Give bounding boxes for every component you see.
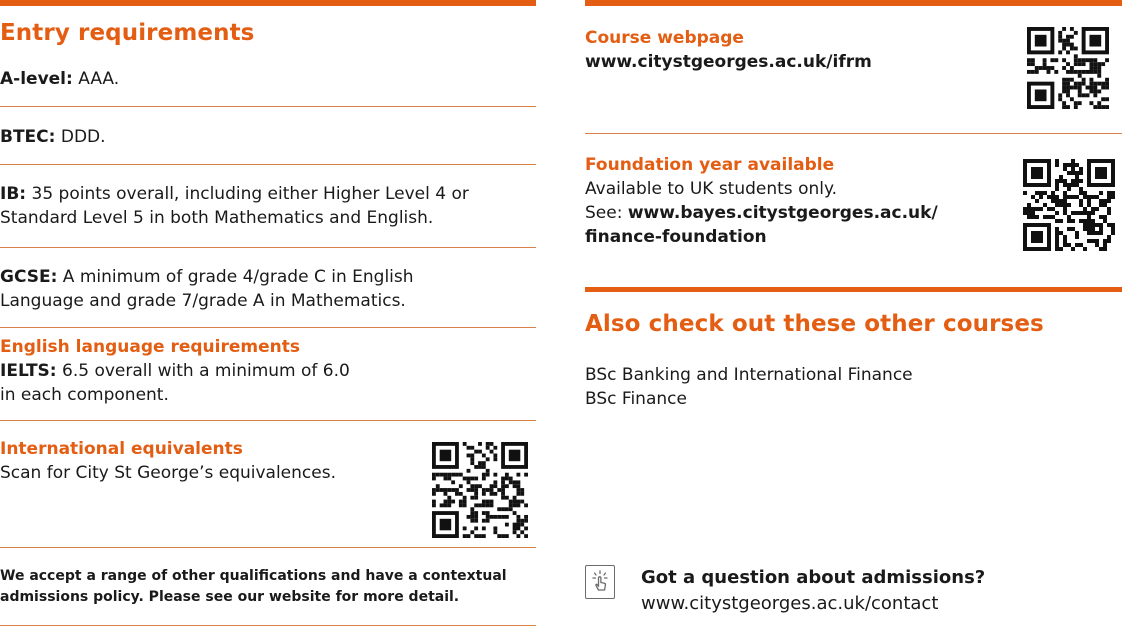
ib-line2: Standard Level 5 in both Mathematics and… <box>0 208 434 228</box>
entry-requirements-column: Entry requirements A-level: AAA. BTEC: D… <box>0 0 536 626</box>
english-language-heading: English language requirements <box>0 337 300 357</box>
foundation-year-heading: Foundation year available <box>585 155 835 175</box>
note-line2: admissions policy. Please see our websit… <box>0 589 460 605</box>
gcse-line2: Language and grade 7/grade A in Mathemat… <box>0 291 406 311</box>
btec-label: BTEC: <box>0 127 56 147</box>
course-webpage-heading: Course webpage <box>585 28 744 48</box>
course-item[interactable]: BSc Banking and International Finance <box>585 363 913 387</box>
english-language-block: English language requirements IELTS: 6.5… <box>0 335 536 407</box>
section-top-bar <box>585 0 1122 6</box>
gcse-label: GCSE: <box>0 267 58 287</box>
alevel-row: A-level: AAA. <box>0 67 119 91</box>
alevel-label: A-level: <box>0 69 73 89</box>
ielts-line2: in each component. <box>0 385 169 405</box>
divider <box>0 625 536 626</box>
alevel-value: AAA. <box>72 69 120 89</box>
divider <box>0 247 536 248</box>
right-column: Course webpage www.citystgeorges.ac.uk/i… <box>585 0 1122 614</box>
ielts-line1: 6.5 overall with a minimum of 6.0 <box>56 361 350 381</box>
other-courses-list: BSc Banking and International Finance BS… <box>585 363 913 411</box>
touch-icon <box>585 565 615 599</box>
course-webpage-block: Course webpage www.citystgeorges.ac.uk/i… <box>585 26 872 74</box>
qr-code-equivalences[interactable] <box>432 442 528 538</box>
divider <box>0 420 536 421</box>
ib-label: IB: <box>0 184 27 204</box>
qr-code-course-webpage[interactable] <box>1027 27 1109 109</box>
admissions-contact-link[interactable]: www.citystgeorges.ac.uk/contact <box>641 593 938 614</box>
international-equivalents-text: Scan for City St George’s equivalences. <box>0 463 336 483</box>
section-top-bar <box>0 0 536 6</box>
btec-row: BTEC: DDD. <box>0 125 106 149</box>
qr-code-foundation[interactable] <box>1023 159 1115 251</box>
gcse-line1: A minimum of grade 4/grade C in English <box>57 267 414 287</box>
entry-requirements-title: Entry requirements <box>0 20 255 46</box>
divider <box>0 327 536 328</box>
admissions-question-heading: Got a question about admissions? <box>641 567 986 588</box>
ib-row: IB: 35 points overall, including either … <box>0 182 536 230</box>
foundation-year-block: Foundation year available Available to U… <box>585 153 985 249</box>
btec-value: DDD. <box>55 127 106 147</box>
international-equivalents-heading: International equivalents <box>0 439 243 459</box>
course-item[interactable]: BSc Finance <box>585 387 913 411</box>
other-courses-title: Also check out these other courses <box>585 311 1044 337</box>
note-line1: We accept a range of other qualification… <box>0 568 507 584</box>
divider <box>0 547 536 548</box>
gcse-row: GCSE: A minimum of grade 4/grade C in En… <box>0 265 536 313</box>
divider <box>585 133 1122 134</box>
other-qualifications-note: We accept a range of other qualification… <box>0 566 536 608</box>
foundation-link-line1[interactable]: www.bayes.citystgeorges.ac.uk/ <box>628 203 938 223</box>
divider <box>0 164 536 165</box>
international-equivalents-block: International equivalents Scan for City … <box>0 437 420 485</box>
ielts-label: IELTS: <box>0 361 57 381</box>
touch-icon-glyph <box>592 570 608 591</box>
course-webpage-link[interactable]: www.citystgeorges.ac.uk/ifrm <box>585 52 872 72</box>
foundation-link-line2[interactable]: finance-foundation <box>585 227 767 247</box>
divider <box>0 106 536 107</box>
foundation-year-text: Available to UK students only. <box>585 179 838 199</box>
admissions-question-block: Got a question about admissions? www.cit… <box>641 565 985 617</box>
ib-line1: 35 points overall, including either High… <box>26 184 469 204</box>
section-top-bar <box>585 287 1122 292</box>
foundation-see-label: See: <box>585 203 628 223</box>
